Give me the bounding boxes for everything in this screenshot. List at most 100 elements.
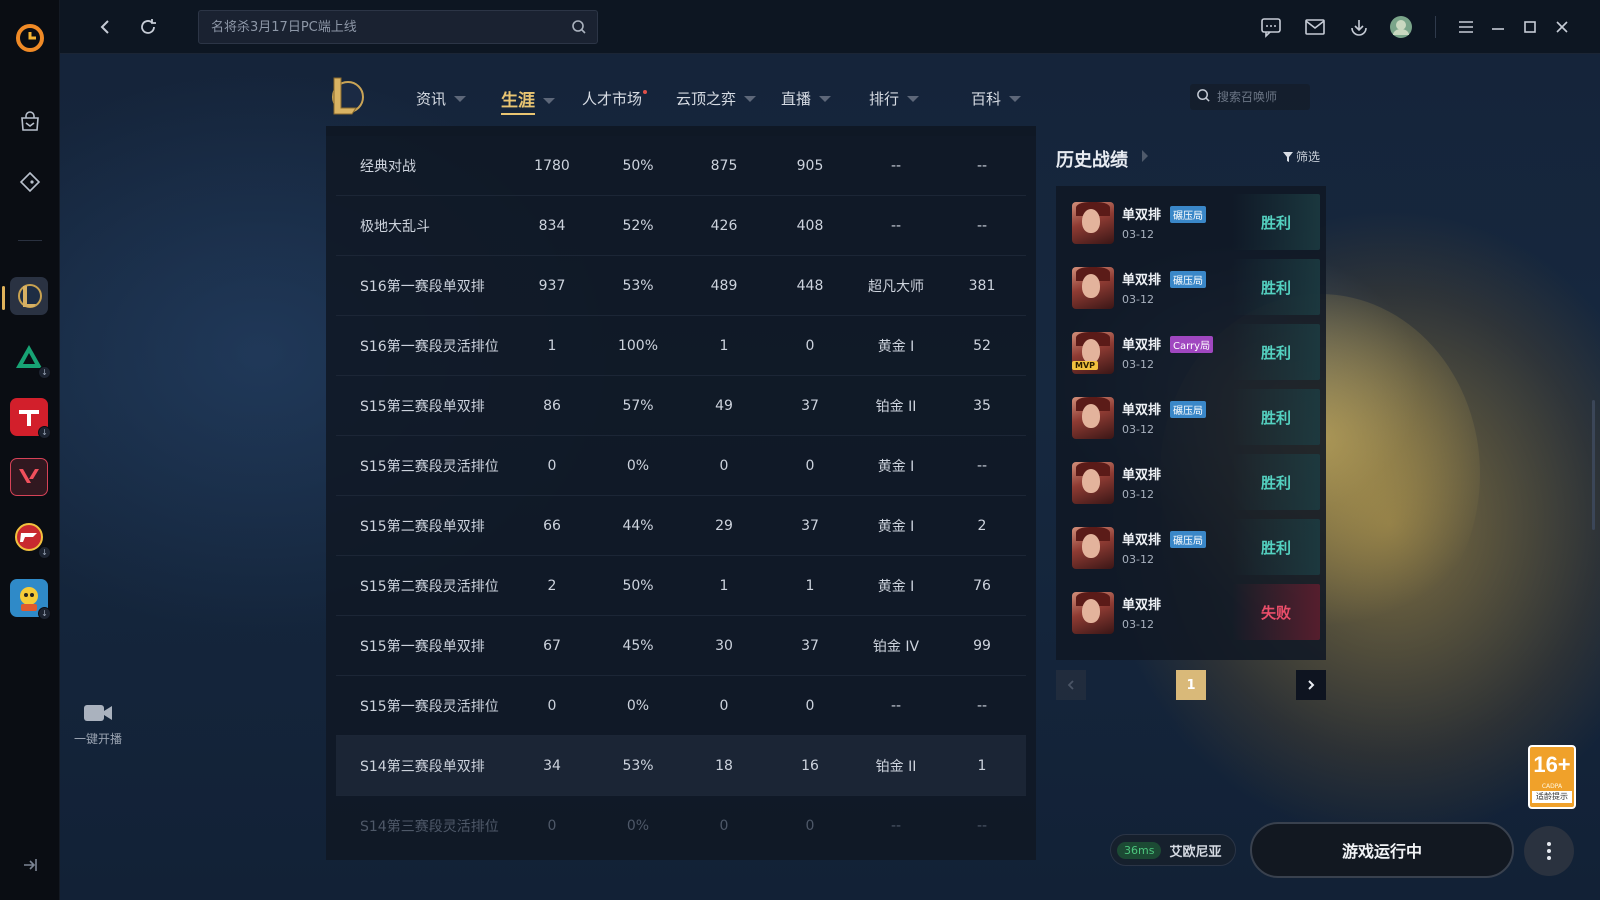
summoner-search-input[interactable] [1217, 90, 1307, 104]
page-number[interactable]: 1 [1176, 670, 1206, 700]
table-row[interactable]: S14第三赛段灵活排位 0 0% 0 0 -- -- [336, 796, 1026, 856]
go-live-button[interactable]: 一键开播 [68, 702, 128, 747]
age-rating-note: 适龄提示 [1532, 791, 1572, 803]
sidebar-game-cartoon[interactable]: ↓ [10, 579, 51, 620]
summoner-search [1190, 84, 1310, 110]
stat-cell: 30 [715, 637, 733, 654]
launch-game-button[interactable]: 游戏运行中 [1250, 822, 1514, 878]
minimize-icon[interactable] [1486, 14, 1510, 40]
tab-talent-market[interactable]: 人才市场 [582, 88, 648, 109]
filter-button[interactable]: 筛选 [1282, 148, 1320, 165]
table-row[interactable]: S15第一赛段单双排 67 45% 30 37 铂金 IV 99 [336, 616, 1026, 676]
table-row[interactable]: S16第一赛段单双排 937 53% 489 448 超凡大师 381 [336, 256, 1026, 316]
ping-badge: 36ms [1117, 841, 1162, 859]
maximize-icon[interactable] [1518, 14, 1542, 40]
table-row[interactable]: S15第三赛段灵活排位 0 0% 0 0 黄金 I -- [336, 436, 1026, 496]
stat-cell: 50% [622, 577, 654, 594]
match-item[interactable]: 单双排 碾压局 03-12 胜利 [1062, 253, 1320, 315]
store-bag-icon[interactable] [12, 104, 48, 140]
game-library-icon[interactable] [12, 164, 48, 200]
match-date: 03-12 [1122, 423, 1154, 436]
refresh-icon[interactable] [136, 15, 160, 39]
mode-name-cell: S15第三赛段单双排 [360, 398, 485, 415]
tab-news-label: 资讯 [416, 90, 447, 108]
table-row[interactable]: S15第一赛段灵活排位 0 0% 0 0 -- -- [336, 676, 1026, 736]
stat-cell: 黄金 I [877, 338, 915, 355]
stat-cell: 16 [801, 757, 819, 774]
mode-name-cell: S14第三赛段灵活排位 [360, 819, 499, 835]
more-options-button[interactable] [1524, 826, 1574, 876]
match-item[interactable]: 单双排 碾压局 03-12 胜利 [1062, 513, 1320, 575]
menu-icon[interactable] [1454, 14, 1478, 40]
global-search [198, 10, 598, 44]
search-icon[interactable] [1196, 88, 1211, 107]
tab-career[interactable]: 生涯 [501, 86, 555, 115]
tab-news[interactable]: 资讯 [416, 88, 467, 109]
match-result: 胜利 [1232, 519, 1320, 575]
prev-page-button[interactable] [1056, 670, 1086, 700]
app-logo-icon[interactable] [14, 22, 46, 54]
download-icon[interactable] [1346, 14, 1372, 40]
next-page-button[interactable] [1296, 670, 1326, 700]
chevron-right-icon[interactable] [1142, 150, 1148, 162]
stat-cell: 489 [710, 277, 738, 294]
tab-ranking[interactable]: 排行 [869, 88, 920, 109]
stat-cell: 448 [796, 277, 824, 294]
table-row[interactable]: S15第三赛段单双排 86 57% 49 37 铂金 II 35 [336, 376, 1026, 436]
table-row[interactable]: 极地大乱斗 834 52% 426 408 -- -- [336, 196, 1026, 256]
stat-cell: 18 [715, 757, 733, 774]
tab-live[interactable]: 直播 [781, 88, 832, 109]
match-date: 03-12 [1122, 228, 1154, 241]
table-row[interactable]: S15第二赛段单双排 66 44% 29 37 黄金 I 2 [336, 496, 1026, 556]
table-row[interactable]: 经典对战 1780 50% 875 905 -- -- [336, 136, 1026, 196]
stat-cell: 67 [543, 637, 561, 654]
history-list: 单双排 碾压局 03-12 胜利 单双排 碾压局 03-12 胜利 MVP 单双排 Carry局 03… [1056, 186, 1326, 660]
stat-cell: 铂金 II [875, 398, 917, 415]
chat-icon[interactable] [1258, 14, 1284, 40]
match-item[interactable]: 单双排 碾压局 03-12 胜利 [1062, 188, 1320, 250]
video-camera-icon [82, 702, 114, 724]
mode-name-cell: S15第一赛段灵活排位 [360, 698, 499, 715]
tab-wiki[interactable]: 百科 [971, 88, 1022, 109]
stat-cell: 29 [715, 517, 733, 534]
tab-tft[interactable]: 云顶之弈 [676, 88, 757, 109]
stat-cell: 37 [801, 397, 819, 414]
sidebar-divider [18, 240, 42, 241]
sidebar-game-valorant[interactable] [10, 458, 48, 496]
history-pager: 1 [1056, 670, 1326, 700]
mode-stats-table: 经典对战 1780 50% 875 905 -- -- 极地大乱斗 834 52% 426 408 --… [326, 126, 1036, 860]
page-scrollbar[interactable] [1592, 400, 1595, 530]
sidebar-game-red[interactable]: ↓ [10, 398, 51, 439]
sidebar-game-lol[interactable] [10, 277, 48, 315]
go-live-label: 一键开播 [73, 732, 122, 746]
server-selector[interactable]: 36ms 艾欧尼亚 [1110, 834, 1236, 866]
lol-logo-icon[interactable] [326, 74, 366, 118]
match-mode: 单双排 [1122, 208, 1162, 223]
match-item[interactable]: 单双排 03-12 胜利 [1062, 448, 1320, 510]
sidebar-game-green-triangle[interactable]: ↓ [10, 338, 51, 379]
match-mode: 单双排 [1122, 403, 1162, 418]
stat-cell: 100% [617, 337, 659, 354]
global-search-input[interactable] [199, 11, 539, 43]
search-icon[interactable] [571, 19, 587, 39]
match-date: 03-12 [1122, 293, 1154, 306]
match-item[interactable]: MVP 单双排 Carry局 03-12 胜利 [1062, 318, 1320, 380]
table-row[interactable]: S14第三赛段单双排 34 53% 18 16 铂金 II 1 [336, 736, 1026, 796]
match-item[interactable]: 单双排 03-12 失败 [1062, 578, 1320, 640]
close-icon[interactable] [1550, 14, 1574, 40]
match-mode: 单双排 [1122, 338, 1162, 353]
stat-cell: 0 [547, 457, 557, 474]
table-row[interactable]: S16第一赛段灵活排位 1 100% 1 0 黄金 I 52 [336, 316, 1026, 376]
collapse-sidebar-icon[interactable] [20, 855, 40, 875]
back-icon[interactable] [94, 15, 118, 39]
stat-cell: 66 [543, 517, 561, 534]
history-title[interactable]: 历史战绩 [1056, 146, 1128, 172]
match-item[interactable]: 单双排 碾压局 03-12 胜利 [1062, 383, 1320, 445]
user-avatar[interactable] [1388, 14, 1414, 40]
stat-cell: 875 [710, 157, 738, 174]
sidebar-game-crossfire[interactable]: ↓ [10, 518, 51, 559]
server-name: 艾欧尼亚 [1169, 844, 1222, 860]
mail-icon[interactable] [1302, 14, 1328, 40]
table-row[interactable]: S15第二赛段灵活排位 2 50% 1 1 黄金 I 76 [336, 556, 1026, 616]
stat-cell: 52% [622, 217, 654, 234]
